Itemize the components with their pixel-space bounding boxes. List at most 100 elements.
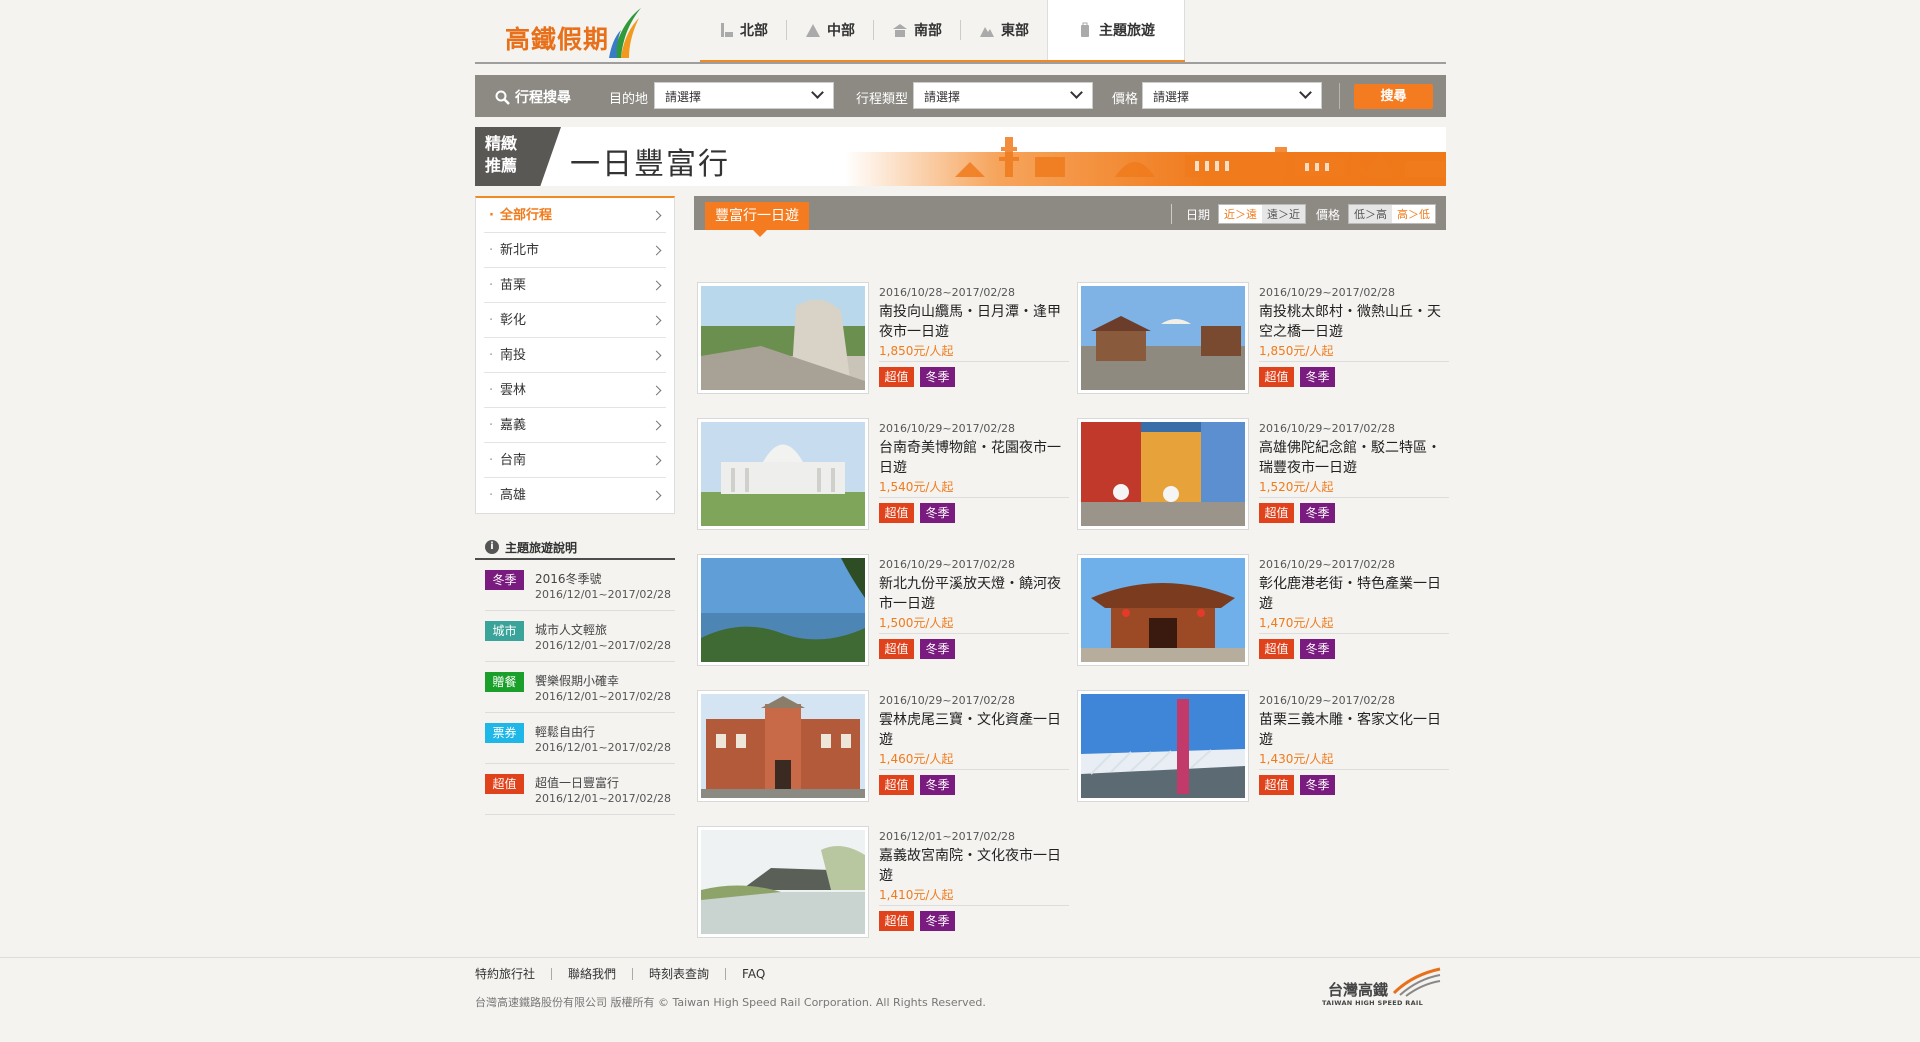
search-button[interactable]: 搜尋: [1354, 84, 1433, 109]
tour-card[interactable]: 2016/10/29~2017/02/28 雲林虎尾三寶・文化資產一日遊 1,4…: [697, 690, 1069, 805]
thsr-swoosh-icon: [1392, 967, 1441, 997]
tour-date: 2016/10/29~2017/02/28: [879, 694, 1016, 707]
tour-photo-image: [701, 694, 865, 798]
search-title: 行程搜尋: [495, 87, 571, 107]
nav-north[interactable]: 北部: [700, 0, 786, 60]
nav-east[interactable]: 東部: [961, 0, 1047, 60]
category-miaoli[interactable]: 苗栗: [484, 268, 666, 303]
theme-item[interactable]: 超值 超值一日豐富行 2016/12/01~2017/02/28: [485, 764, 675, 815]
theme-item[interactable]: 贈餐 饗樂假期小確幸 2016/12/01~2017/02/28: [485, 662, 675, 713]
theme-item[interactable]: 票券 輕鬆自由行 2016/12/01~2017/02/28: [485, 713, 675, 764]
theme-section-title: i 主題旅遊說明: [475, 536, 675, 560]
sort-date-near-far[interactable]: 近＞遠: [1218, 205, 1262, 223]
footer-link-agency[interactable]: 特約旅行社: [475, 968, 551, 980]
listing-tab[interactable]: 豐富行一日遊: [705, 202, 809, 237]
nav-east-label: 東部: [1001, 23, 1029, 39]
nav-theme-label: 主題旅遊: [1099, 23, 1155, 39]
category-label: 苗栗: [500, 278, 527, 293]
tour-photo[interactable]: [697, 282, 869, 394]
tour-price: 1,460元/人起: [879, 752, 954, 766]
type-select[interactable]: 請選擇: [913, 82, 1093, 109]
tour-title[interactable]: 雲林虎尾三寶・文化資產一日遊: [879, 710, 1069, 750]
tour-photo[interactable]: [1077, 282, 1249, 394]
footer-link-contact[interactable]: 聯絡我們: [551, 968, 632, 980]
tour-photo-image: [1081, 558, 1245, 662]
tour-card[interactable]: 2016/10/29~2017/02/28 彰化鹿港老街・特色產業一日遊 1,4…: [1077, 554, 1449, 669]
site-logo[interactable]: 高鐵假期: [505, 6, 641, 60]
footer-link-faq[interactable]: FAQ: [725, 968, 781, 980]
tour-tags: 超值 冬季: [879, 639, 955, 659]
tour-photo[interactable]: [1077, 418, 1249, 530]
sort-price-low-high[interactable]: 低＞高: [1349, 205, 1392, 223]
theme-item[interactable]: 冬季 2016冬季號 2016/12/01~2017/02/28: [485, 560, 675, 611]
tour-card[interactable]: 2016/10/29~2017/02/28 高雄佛陀紀念館・駁二特區・瑞豐夜市一…: [1077, 418, 1449, 533]
category-label: 新北市: [500, 243, 540, 258]
tour-card[interactable]: 2016/10/29~2017/02/28 新北九份平溪放天燈・饒河夜市一日遊 …: [697, 554, 1069, 669]
tag-winter: 冬季: [920, 503, 955, 523]
info-icon: i: [485, 540, 499, 554]
category-yunlin[interactable]: 雲林: [484, 373, 666, 408]
footer-link-timetable[interactable]: 時刻表查詢: [632, 968, 725, 980]
tour-photo[interactable]: [697, 826, 869, 938]
category-all[interactable]: 全部行程: [484, 198, 666, 233]
tour-divider: [879, 361, 1069, 362]
tour-photo-image: [701, 558, 865, 662]
category-nantou[interactable]: 南投: [484, 338, 666, 373]
tour-title[interactable]: 南投桃太郎村・微熱山丘・天空之橋一日遊: [1259, 302, 1449, 342]
tour-title[interactable]: 彰化鹿港老街・特色產業一日遊: [1259, 574, 1449, 614]
category-label: 彰化: [500, 313, 527, 328]
category-chiayi[interactable]: 嘉義: [484, 408, 666, 443]
region-nav: 北部 中部 南部 東部 主題旅遊: [700, 0, 1185, 62]
tour-date: 2016/10/29~2017/02/28: [879, 558, 1016, 571]
tour-card[interactable]: 2016/10/28~2017/02/28 南投向山纜馬・日月潭・逢甲夜市一日遊…: [697, 282, 1069, 397]
price-value: 請選擇: [1153, 90, 1190, 104]
tour-card[interactable]: 2016/10/29~2017/02/28 南投桃太郎村・微熱山丘・天空之橋一日…: [1077, 282, 1449, 397]
tour-title[interactable]: 嘉義故宮南院・文化夜市一日遊: [879, 846, 1069, 886]
tour-title[interactable]: 南投向山纜馬・日月潭・逢甲夜市一日遊: [879, 302, 1069, 342]
sort-date-label: 日期: [1185, 207, 1210, 222]
category-kaohsiung[interactable]: 高雄: [484, 478, 666, 513]
tour-card[interactable]: 2016/10/29~2017/02/28 台南奇美博物館・花園夜市一日遊 1,…: [697, 418, 1069, 533]
tour-title[interactable]: 台南奇美博物館・花園夜市一日遊: [879, 438, 1069, 478]
search-bar: 行程搜尋 目的地 請選擇 行程類型 請選擇 價格 請選擇 搜尋: [475, 75, 1446, 117]
tour-card[interactable]: 2016/12/01~2017/02/28 嘉義故宮南院・文化夜市一日遊 1,4…: [697, 826, 1069, 941]
category-changhua[interactable]: 彰化: [484, 303, 666, 338]
tour-title[interactable]: 新北九份平溪放天燈・饒河夜市一日遊: [879, 574, 1069, 614]
tag-winter: 冬季: [1300, 503, 1335, 523]
destination-select[interactable]: 請選擇: [654, 82, 834, 109]
nav-south-label: 南部: [914, 23, 942, 39]
tour-listing: 豐富行一日遊 日期 近＞遠 遠＞近 價格 低＞高 高＞低 2016/10/28~…: [694, 196, 1449, 938]
tour-photo[interactable]: [1077, 690, 1249, 802]
tag-winter: 冬季: [1300, 367, 1335, 387]
tour-photo-image: [701, 286, 865, 390]
nav-theme-travel[interactable]: 主題旅遊: [1047, 0, 1185, 60]
tour-date: 2016/10/29~2017/02/28: [1259, 694, 1396, 707]
sort-date-far-near[interactable]: 遠＞近: [1261, 205, 1305, 223]
tour-title[interactable]: 高雄佛陀紀念館・駁二特區・瑞豐夜市一日遊: [1259, 438, 1449, 478]
sort-price-high-low[interactable]: 高＞低: [1392, 205, 1435, 223]
tour-photo[interactable]: [1077, 554, 1249, 666]
nav-central[interactable]: 中部: [787, 0, 873, 60]
theme-item[interactable]: 城市 城市人文輕旅 2016/12/01~2017/02/28: [485, 611, 675, 662]
tour-card[interactable]: 2016/10/29~2017/02/28 苗栗三義木雕・客家文化一日遊 1,4…: [1077, 690, 1449, 805]
theme-name: 饗樂假期小確幸: [535, 674, 620, 688]
theme-name: 輕鬆自由行: [535, 725, 596, 739]
tour-date: 2016/10/28~2017/02/28: [879, 286, 1016, 299]
tour-title[interactable]: 苗栗三義木雕・客家文化一日遊: [1259, 710, 1449, 750]
category-list: 全部行程 新北市 苗栗 彰化 南投 雲林 嘉義 台南 高雄: [475, 196, 675, 514]
theme-badge: 超值: [485, 774, 524, 794]
nav-south[interactable]: 南部: [874, 0, 960, 60]
tour-price: 1,430元/人起: [1259, 752, 1334, 766]
price-select[interactable]: 請選擇: [1142, 82, 1322, 109]
tour-photo[interactable]: [697, 418, 869, 530]
thsr-logo[interactable]: 台灣高鐵 TAIWAN HIGH SPEED RAIL: [1322, 967, 1444, 1007]
tour-price: 1,470元/人起: [1259, 616, 1334, 630]
category-tainan[interactable]: 台南: [484, 443, 666, 478]
search-title-text: 行程搜尋: [515, 90, 571, 106]
tag-value: 超值: [1259, 367, 1294, 387]
tour-photo[interactable]: [697, 690, 869, 802]
tour-photo[interactable]: [697, 554, 869, 666]
chevron-right-icon: [651, 350, 662, 361]
tour-price: 1,850元/人起: [879, 344, 954, 358]
category-new-taipei[interactable]: 新北市: [484, 233, 666, 268]
